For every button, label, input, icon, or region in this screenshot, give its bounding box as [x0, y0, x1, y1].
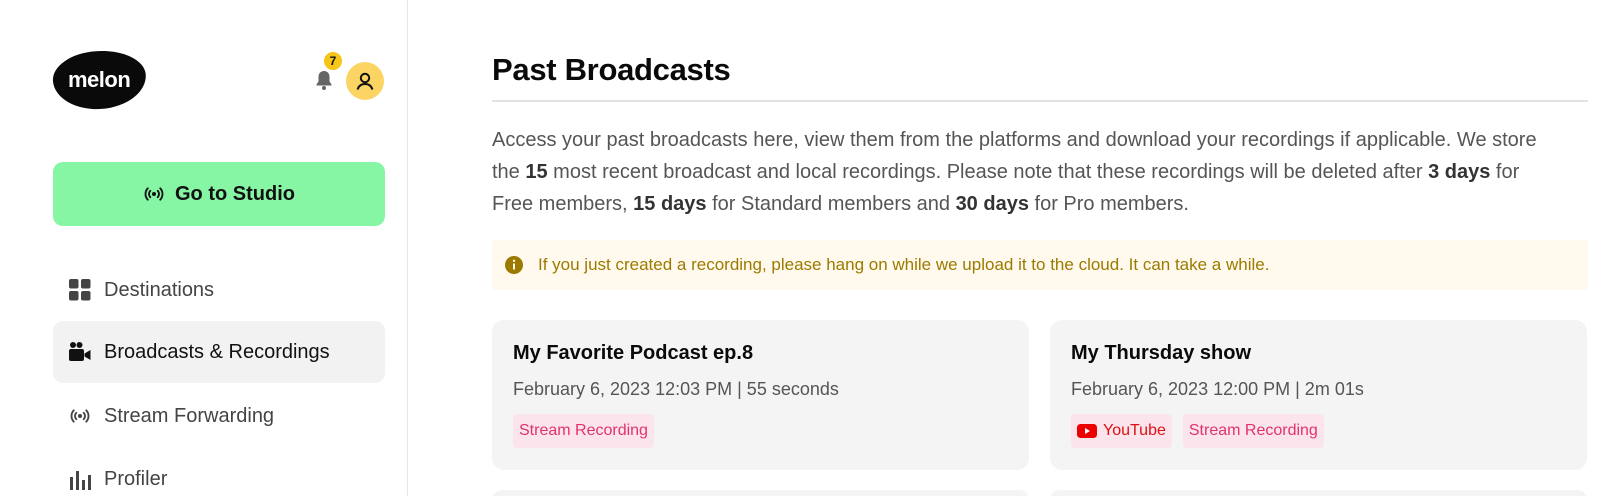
broadcast-icon [68, 404, 92, 428]
description-text: for Pro members. [1028, 193, 1190, 215]
broadcast-card-partial[interactable] [1050, 490, 1587, 496]
notification-badge: 7 [322, 50, 344, 72]
description-bold: 30 days [955, 193, 1029, 215]
sidebar: melon 7 Go to Studio Destinations Broadc… [0, 0, 408, 496]
sidebar-item-label: Destinations [104, 278, 215, 301]
youtube-tag-label: YouTube [1103, 422, 1166, 439]
broadcast-card[interactable]: My Favorite Podcast ep.8 February 6, 202… [492, 320, 1029, 470]
description-text: for Standard members and [706, 193, 956, 215]
info-icon [505, 256, 523, 274]
card-title: My Favorite Podcast ep.8 [513, 342, 754, 364]
notice-text: If you just created a recording, please … [538, 255, 1270, 274]
sidebar-item-destinations[interactable]: Destinations [53, 259, 385, 321]
card-tags: Stream Recording [513, 414, 1008, 448]
avatar[interactable] [346, 62, 384, 100]
sidebar-item-label: Profiler [104, 467, 168, 490]
sidebar-item-label: Broadcasts & Recordings [104, 340, 330, 363]
grid-icon [68, 278, 92, 302]
card-meta: February 6, 2023 12:00 PM | 2m 01s [1071, 379, 1364, 399]
card-tags: YouTube Stream Recording [1071, 414, 1566, 448]
sidebar-item-profiler[interactable]: Profiler [53, 448, 385, 496]
card-title: My Thursday show [1071, 342, 1252, 364]
description-text: most recent broadcast and local recordin… [547, 161, 1429, 183]
description-bold: 15 days [633, 193, 707, 215]
card-meta: February 6, 2023 12:03 PM | 55 seconds [513, 379, 839, 399]
description-bold: 3 days [1428, 161, 1491, 183]
broadcast-icon [144, 187, 164, 201]
page-title: Past Broadcasts [492, 52, 731, 87]
go-to-studio-button[interactable]: Go to Studio [53, 162, 385, 226]
stream-recording-tag[interactable]: Stream Recording [513, 414, 654, 448]
youtube-tag[interactable]: YouTube [1071, 414, 1172, 448]
description-bold: 15 [525, 161, 548, 183]
go-to-studio-label: Go to Studio [175, 182, 295, 205]
sidebar-item-stream-forwarding[interactable]: Stream Forwarding [53, 385, 385, 447]
upload-notice: If you just created a recording, please … [492, 240, 1588, 290]
title-divider [492, 100, 1588, 102]
app-root: melon 7 Go to Studio Destinations Broadc… [0, 0, 1600, 496]
video-camera-icon [68, 340, 92, 364]
user-icon [356, 72, 374, 90]
stream-recording-tag[interactable]: Stream Recording [1182, 414, 1324, 448]
melon-logo[interactable]: melon [51, 47, 148, 113]
page-description: Access your past broadcasts here, view t… [492, 124, 1562, 220]
bar-chart-icon [68, 467, 92, 491]
logo-text: melon [68, 67, 131, 93]
sidebar-item-label: Stream Forwarding [104, 404, 275, 427]
broadcast-card[interactable]: My Thursday show February 6, 2023 12:00 … [1050, 320, 1587, 470]
sidebar-item-broadcasts-recordings[interactable]: Broadcasts & Recordings [53, 321, 385, 383]
broadcast-card-partial[interactable] [492, 490, 1029, 496]
youtube-icon [1077, 424, 1097, 438]
